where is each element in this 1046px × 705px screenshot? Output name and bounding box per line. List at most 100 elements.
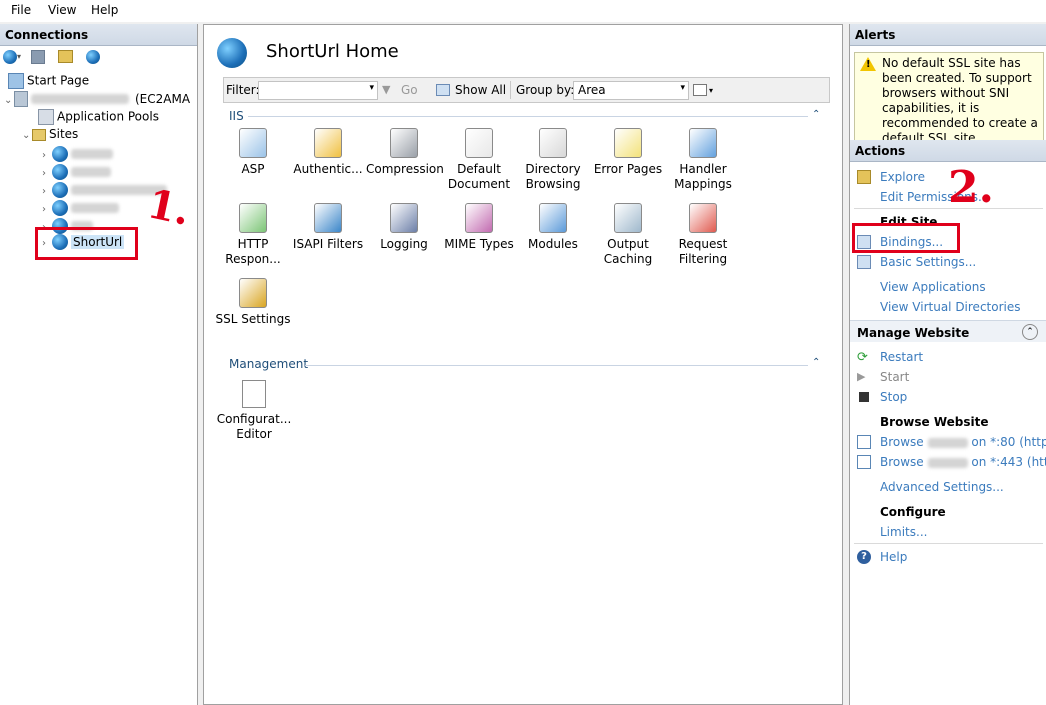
feature-error-pages[interactable]: Error Pages [590,128,666,177]
show-all-icon[interactable] [436,84,450,96]
basic-settings-link[interactable]: Basic Settings... [880,255,976,269]
site-name-redacted [71,149,113,159]
show-all-button[interactable]: Show All [455,83,506,97]
app-pools-icon [38,109,54,125]
configuration-editor-icon [242,380,266,408]
filter-input[interactable]: ▾ [258,81,378,100]
browse-https-link[interactable]: Browse on *:443 (https) [880,455,1046,469]
group-by-dropdown-icon[interactable]: ▾ [680,83,685,93]
feature-authentication[interactable]: Authentic... [290,128,366,177]
feature-label: Respon... [225,252,281,266]
feature-label: Directory [525,162,581,176]
site-globe-icon [52,200,68,216]
restart-link[interactable]: Restart [880,350,923,364]
feature-label: SSL Settings [215,312,291,326]
help-link[interactable]: Help [880,550,907,564]
browse-http-link[interactable]: Browse on *:80 (http) [880,435,1046,449]
group-by-value: Area [578,83,606,97]
feature-modules[interactable]: Modules [515,203,591,252]
annotation-box-bindings [852,223,960,253]
start-link[interactable]: Start [880,370,909,384]
tree-site-4[interactable]: › [42,200,119,218]
tree-start-page[interactable]: Start Page [8,73,89,91]
feature-handler-mappings[interactable]: Handler Mappings [665,128,741,192]
restart-icon: ⟳ [857,350,868,365]
server-name-suffix: (EC2AMA [135,91,191,106]
menu-file[interactable]: File [11,3,31,17]
feature-ssl-settings[interactable]: SSL Settings [215,278,291,327]
logging-icon [390,203,418,233]
collapse-management-icon[interactable]: ⌃ [812,357,820,368]
advanced-settings-link[interactable]: Advanced Settings... [880,480,1004,494]
folder-up-icon[interactable] [58,50,73,63]
feature-configuration-editor[interactable]: Configurat... Editor [216,380,292,442]
feature-request-filtering[interactable]: Request Filtering [665,203,741,267]
feature-directory-browsing[interactable]: Directory Browsing [515,128,591,192]
filter-label: Filter: [226,83,260,97]
feature-isapi-filters[interactable]: ISAPI Filters [290,203,366,252]
explore-link[interactable]: Explore [880,170,925,184]
feature-http-response-headers[interactable]: HTTP Respon... [215,203,291,267]
page-title: ShortUrl Home [266,41,399,62]
tree-site-2[interactable]: › [42,164,111,182]
host-redacted [927,457,968,468]
explore-icon [857,170,871,184]
tree-app-pools[interactable]: Application Pools [38,109,159,127]
view-mode-icon[interactable] [693,84,707,96]
browse-website-header: Browse Website [880,415,989,429]
disconnect-icon[interactable] [86,50,100,64]
filter-dropdown-icon[interactable]: ▾ [369,83,374,93]
go-button[interactable]: Go [401,83,418,97]
group-by-label: Group by: [516,83,575,97]
view-virtual-dirs-link[interactable]: View Virtual Directories [880,300,1021,314]
menu-bar: File View Help [0,0,1046,22]
tree-server[interactable]: ⌄ (EC2AMA [4,91,190,109]
stop-link[interactable]: Stop [880,390,907,404]
tree-site-3[interactable]: › [42,182,167,200]
feature-label: Browsing [525,177,581,191]
limits-link[interactable]: Limits... [880,525,927,539]
tree-sites[interactable]: ⌄ Sites [22,127,78,145]
feature-mime-types[interactable]: MIME Types [441,203,517,252]
feature-label: Modules [528,237,578,251]
collapse-manage-icon[interactable]: ⌃ [1022,324,1038,340]
compression-icon [390,128,418,158]
feature-compression[interactable]: Compression [366,128,444,177]
isapi-filters-icon [314,203,342,233]
site-globe-icon [52,164,68,180]
annotation-box-shorturl [35,227,138,260]
view-applications-link[interactable]: View Applications [880,280,986,294]
connect-icon[interactable] [3,50,17,64]
menu-help[interactable]: Help [91,3,118,17]
feature-output-caching[interactable]: Output Caching [590,203,666,267]
view-mode-dropdown-icon[interactable]: ▾ [709,86,713,95]
default-document-icon [465,128,493,158]
group-iis-divider [248,116,808,117]
connect-dropdown-icon[interactable]: ▾ [17,52,21,61]
menu-view[interactable]: View [48,3,76,17]
save-icon[interactable] [31,50,45,64]
feature-default-document[interactable]: Default Document [441,128,517,192]
tree-site-1[interactable]: › [42,146,113,164]
group-by-select[interactable]: Area ▾ [573,81,689,100]
collapse-sites-icon[interactable]: ⌄ [22,130,32,141]
browse-label: Browse [880,435,924,449]
feature-label: Authentic... [293,162,363,176]
go-icon[interactable]: ▼ [382,83,390,96]
actions-title: Actions [850,140,1046,162]
feature-label: Default [457,162,501,176]
mime-types-icon [465,203,493,233]
alert-text: No default SSL site has been created. To… [882,56,1038,145]
connections-toolbar: ▾ [0,46,197,68]
feature-label: Output [607,237,649,251]
server-name-redacted [31,94,129,104]
feature-label: Compression [366,162,444,176]
feature-asp[interactable]: ASP [215,128,291,177]
collapse-server-icon[interactable]: ⌄ [4,95,14,106]
feature-label: Handler [679,162,727,176]
collapse-iis-icon[interactable]: ⌃ [812,109,820,120]
feature-logging[interactable]: Logging [366,203,442,252]
site-home-icon [217,38,247,68]
sites-label: Sites [49,127,79,141]
http-response-headers-icon [239,203,267,233]
